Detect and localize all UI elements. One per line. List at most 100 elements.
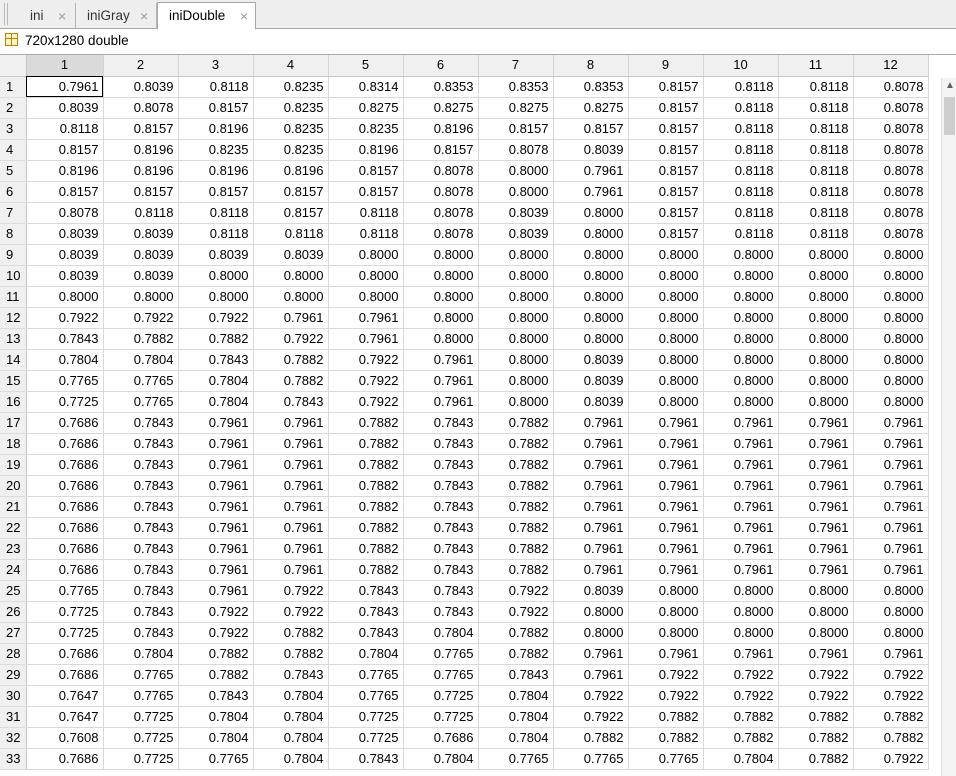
table-cell[interactable]: 0.7922 <box>853 685 929 707</box>
scroll-up-arrow-icon[interactable]: ▲ <box>945 80 955 91</box>
table-cell[interactable]: 0.8118 <box>778 97 854 119</box>
table-cell[interactable]: 0.8157 <box>628 160 704 182</box>
table-cell[interactable]: 0.7961 <box>403 391 479 413</box>
table-cell[interactable]: 0.7961 <box>853 496 929 518</box>
table-cell[interactable]: 0.7961 <box>178 559 254 581</box>
table-cell[interactable]: 0.7843 <box>103 496 179 518</box>
row-header[interactable]: 2 <box>0 97 27 119</box>
table-cell[interactable]: 0.8118 <box>778 181 854 203</box>
tab-inidouble[interactable]: iniDouble × <box>157 2 256 30</box>
table-cell[interactable]: 0.8000 <box>253 286 329 308</box>
table-cell[interactable]: 0.7804 <box>178 706 254 728</box>
table-cell[interactable]: 0.8118 <box>178 76 254 98</box>
table-cell[interactable]: 0.7686 <box>26 559 104 581</box>
table-cell[interactable]: 0.7961 <box>628 454 704 476</box>
tab-inigray[interactable]: iniGray × <box>76 3 157 29</box>
table-cell[interactable]: 0.8196 <box>103 160 179 182</box>
row-header[interactable]: 28 <box>0 643 27 665</box>
table-cell[interactable]: 0.7686 <box>403 727 479 749</box>
table-cell[interactable]: 0.7765 <box>628 748 704 770</box>
table-cell[interactable]: 0.7961 <box>853 643 929 665</box>
table-cell[interactable]: 0.7843 <box>103 559 179 581</box>
table-cell[interactable]: 0.7961 <box>628 517 704 539</box>
table-cell[interactable]: 0.7843 <box>178 349 254 371</box>
table-cell[interactable]: 0.7804 <box>178 727 254 749</box>
table-cell[interactable]: 0.7961 <box>253 433 329 455</box>
table-cell[interactable]: 0.8157 <box>328 181 404 203</box>
table-cell[interactable]: 0.8000 <box>628 265 704 287</box>
table-cell[interactable]: 0.7843 <box>403 496 479 518</box>
table-cell[interactable]: 0.7922 <box>778 685 854 707</box>
table-cell[interactable]: 0.7922 <box>253 601 329 623</box>
table-cell[interactable]: 0.7961 <box>778 517 854 539</box>
table-cell[interactable]: 0.8000 <box>703 601 779 623</box>
table-cell[interactable]: 0.7686 <box>26 412 104 434</box>
table-cell[interactable]: 0.7843 <box>178 685 254 707</box>
table-cell[interactable]: 0.7961 <box>853 559 929 581</box>
table-cell[interactable]: 0.7922 <box>553 685 629 707</box>
table-cell[interactable]: 0.7922 <box>853 748 929 770</box>
table-cell[interactable]: 0.7843 <box>403 538 479 560</box>
table-cell[interactable]: 0.7961 <box>628 475 704 497</box>
table-cell[interactable]: 0.7961 <box>553 643 629 665</box>
table-cell[interactable]: 0.7961 <box>628 559 704 581</box>
table-cell[interactable]: 0.7882 <box>253 622 329 644</box>
table-cell[interactable]: 0.7922 <box>178 622 254 644</box>
table-cell[interactable]: 0.8235 <box>253 118 329 140</box>
table-cell[interactable]: 0.7961 <box>628 433 704 455</box>
table-cell[interactable]: 0.7961 <box>178 496 254 518</box>
table-cell[interactable]: 0.8039 <box>103 265 179 287</box>
row-header[interactable]: 7 <box>0 202 27 224</box>
table-cell[interactable]: 0.7725 <box>403 685 479 707</box>
table-cell[interactable]: 0.7961 <box>253 307 329 329</box>
table-cell[interactable]: 0.8000 <box>778 349 854 371</box>
table-cell[interactable]: 0.8000 <box>778 580 854 602</box>
table-cell[interactable]: 0.7765 <box>178 748 254 770</box>
table-cell[interactable]: 0.7961 <box>778 412 854 434</box>
table-cell[interactable]: 0.7882 <box>703 706 779 728</box>
table-cell[interactable]: 0.7765 <box>553 748 629 770</box>
column-header[interactable]: 3 <box>178 55 254 77</box>
table-cell[interactable]: 0.7961 <box>703 643 779 665</box>
table-cell[interactable]: 0.8275 <box>553 97 629 119</box>
table-cell[interactable]: 0.7608 <box>26 727 104 749</box>
table-cell[interactable]: 0.8000 <box>478 307 554 329</box>
table-cell[interactable]: 0.8118 <box>778 118 854 140</box>
table-cell[interactable]: 0.7922 <box>628 685 704 707</box>
row-header[interactable]: 33 <box>0 748 27 770</box>
row-header[interactable]: 29 <box>0 664 27 686</box>
table-cell[interactable]: 0.7804 <box>253 727 329 749</box>
table-cell[interactable]: 0.8039 <box>553 139 629 161</box>
table-cell[interactable]: 0.7804 <box>478 727 554 749</box>
table-cell[interactable]: 0.8235 <box>253 139 329 161</box>
table-cell[interactable]: 0.8000 <box>703 370 779 392</box>
table-cell[interactable]: 0.7686 <box>26 538 104 560</box>
table-cell[interactable]: 0.7843 <box>403 559 479 581</box>
table-cell[interactable]: 0.8000 <box>778 286 854 308</box>
table-cell[interactable]: 0.8118 <box>103 202 179 224</box>
table-cell[interactable]: 0.8039 <box>26 97 104 119</box>
table-cell[interactable]: 0.8000 <box>703 286 779 308</box>
table-cell[interactable]: 0.8000 <box>628 244 704 266</box>
row-header[interactable]: 19 <box>0 454 27 476</box>
column-header[interactable]: 10 <box>703 55 779 77</box>
table-cell[interactable]: 0.7961 <box>178 538 254 560</box>
table-cell[interactable]: 0.7961 <box>253 496 329 518</box>
table-cell[interactable]: 0.7686 <box>26 643 104 665</box>
table-cell[interactable]: 0.8039 <box>253 244 329 266</box>
table-cell[interactable]: 0.7961 <box>703 475 779 497</box>
table-cell[interactable]: 0.7922 <box>253 580 329 602</box>
table-cell[interactable]: 0.7804 <box>478 706 554 728</box>
table-cell[interactable]: 0.8039 <box>178 244 254 266</box>
table-cell[interactable]: 0.7843 <box>403 454 479 476</box>
table-cell[interactable]: 0.7765 <box>478 748 554 770</box>
table-cell[interactable]: 0.8000 <box>778 391 854 413</box>
table-cell[interactable]: 0.7922 <box>103 307 179 329</box>
table-cell[interactable]: 0.8078 <box>26 202 104 224</box>
table-cell[interactable]: 0.7843 <box>253 664 329 686</box>
table-cell[interactable]: 0.8118 <box>253 223 329 245</box>
table-cell[interactable]: 0.8118 <box>703 118 779 140</box>
table-cell[interactable]: 0.7686 <box>26 748 104 770</box>
table-cell[interactable]: 0.7961 <box>553 664 629 686</box>
table-cell[interactable]: 0.7843 <box>403 412 479 434</box>
